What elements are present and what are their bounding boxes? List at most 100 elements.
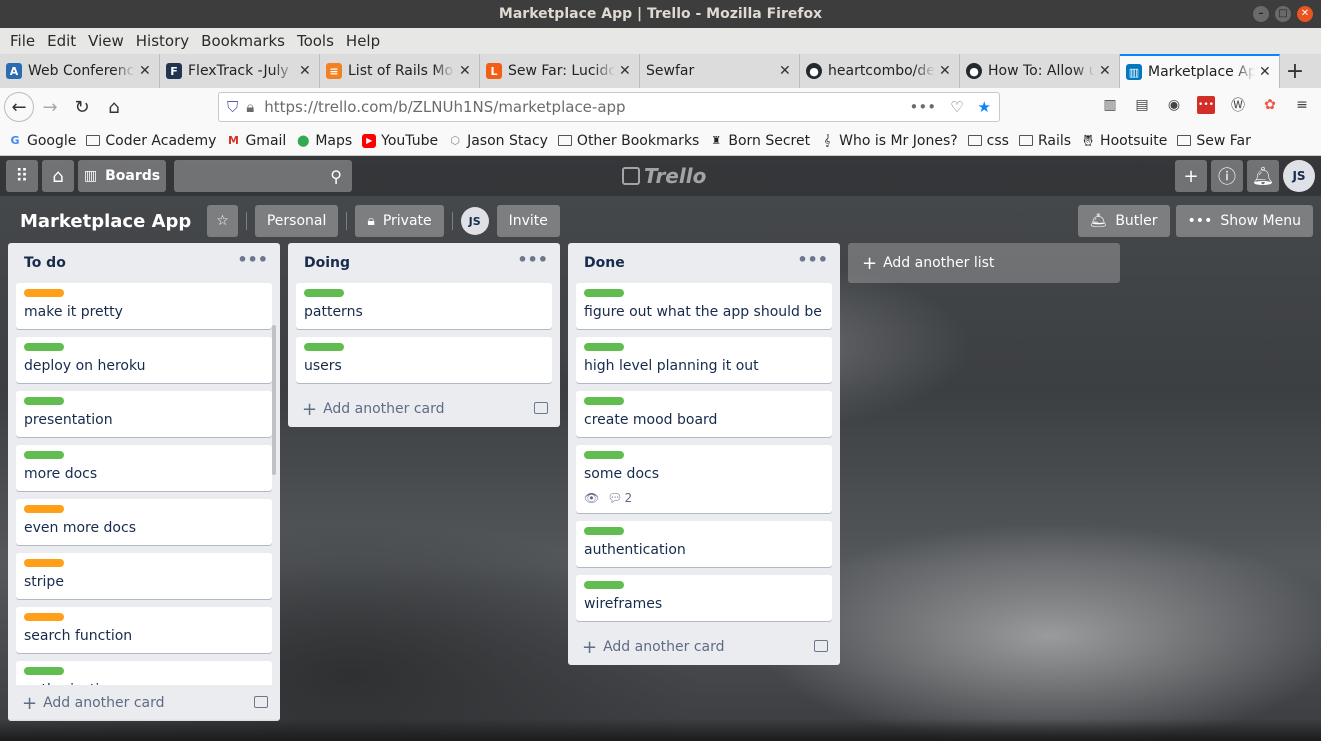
menu-tools[interactable]: Tools: [291, 32, 340, 50]
card[interactable]: create mood board: [576, 391, 832, 437]
card[interactable]: patterns: [296, 283, 552, 329]
card[interactable]: presentation: [16, 391, 272, 437]
bookmark-site[interactable]: 𝄞 Who is Mr Jones?: [820, 133, 958, 149]
card[interactable]: high level planning it out: [576, 337, 832, 383]
close-tab-icon[interactable]: ✕: [779, 63, 793, 79]
bookmark-folder[interactable]: Sew Far: [1177, 133, 1251, 149]
list-header[interactable]: Done •••: [568, 243, 840, 283]
card[interactable]: even more docs: [16, 499, 272, 545]
bookmark-star-icon[interactable]: ★: [978, 98, 991, 116]
menu-edit[interactable]: Edit: [41, 32, 82, 50]
bookmark-google[interactable]: G Google: [8, 133, 76, 149]
list-menu-icon[interactable]: •••: [237, 252, 268, 268]
home-icon[interactable]: ⌂: [42, 160, 74, 192]
bookmark-youtube[interactable]: ▶ YouTube: [362, 133, 438, 149]
butler-button[interactable]: 🛎︎ Butler: [1077, 205, 1170, 237]
bookmark-maps[interactable]: ⬤ Maps: [296, 133, 352, 149]
create-plus-icon[interactable]: +: [1175, 160, 1207, 192]
menu-bookmarks[interactable]: Bookmarks: [195, 32, 291, 50]
list-header[interactable]: To do •••: [8, 243, 280, 283]
card[interactable]: some docs 👁︎ 💬︎ 2: [576, 445, 832, 513]
card-template-icon[interactable]: [254, 696, 268, 708]
bookmark-hootsuite[interactable]: 🦉︎ Hootsuite: [1081, 133, 1167, 149]
account-icon[interactable]: ◉: [1165, 96, 1183, 114]
browser-tab[interactable]: A Web Conference ✕: [0, 54, 160, 88]
card[interactable]: wireframes: [576, 575, 832, 621]
search-icon[interactable]: ⚲: [330, 167, 342, 186]
browser-tab[interactable]: ● How To: Allow u ✕: [960, 54, 1120, 88]
browser-tab-active[interactable]: ▥ Marketplace Ap ✕: [1120, 54, 1280, 88]
menu-view[interactable]: View: [82, 32, 130, 50]
close-tab-icon[interactable]: ✕: [299, 63, 313, 79]
extension-lastpass-icon[interactable]: •••: [1197, 96, 1215, 114]
library-icon[interactable]: ▥: [1101, 96, 1119, 114]
info-icon[interactable]: ⓘ: [1211, 160, 1243, 192]
bookmark-folder[interactable]: Coder Academy: [86, 133, 216, 149]
menu-history[interactable]: History: [130, 32, 195, 50]
extension-colorzilla-icon[interactable]: ✿: [1261, 96, 1279, 114]
card[interactable]: stripe: [16, 553, 272, 599]
url-text[interactable]: https://trello.com/b/ZLNUh1NS/marketplac…: [264, 98, 625, 116]
browser-tab[interactable]: ● heartcombo/de ✕: [800, 54, 960, 88]
card[interactable]: authorisation: [16, 661, 272, 685]
bookmark-folder[interactable]: Other Bookmarks: [557, 133, 699, 149]
list-menu-icon[interactable]: •••: [517, 252, 548, 268]
team-visibility-button[interactable]: Personal: [254, 205, 339, 237]
card[interactable]: deploy on heroku: [16, 337, 272, 383]
bookmark-folder[interactable]: Rails: [1018, 133, 1071, 149]
member-avatar[interactable]: JS: [460, 207, 489, 235]
list-cards-scroll[interactable]: make it pretty deploy on heroku presenta…: [8, 283, 280, 685]
page-actions-icon[interactable]: •••: [910, 98, 937, 116]
card[interactable]: users: [296, 337, 552, 383]
browser-tab[interactable]: ≡ List of Rails Mo ✕: [320, 54, 480, 88]
close-window-icon[interactable]: ✕: [1297, 6, 1313, 22]
notifications-bell-icon[interactable]: 🔔︎: [1247, 160, 1279, 192]
close-tab-icon[interactable]: ✕: [1259, 64, 1273, 80]
apps-grid-icon[interactable]: ⠿: [6, 160, 38, 192]
close-tab-icon[interactable]: ✕: [1099, 63, 1113, 79]
home-icon[interactable]: ⌂: [98, 91, 130, 123]
boards-button[interactable]: ▥ Boards: [78, 160, 166, 192]
close-tab-icon[interactable]: ✕: [139, 63, 153, 79]
maximize-icon[interactable]: □: [1275, 6, 1291, 22]
add-card-button[interactable]: + Add another card: [288, 391, 560, 427]
menu-file[interactable]: File: [4, 32, 41, 50]
search-input[interactable]: ⚲: [174, 160, 352, 192]
star-board-button[interactable]: ☆: [207, 205, 238, 237]
trello-logo[interactable]: Trello: [622, 164, 706, 188]
extension-wappalyzer-icon[interactable]: Ⓦ: [1229, 96, 1247, 114]
back-icon[interactable]: ←: [4, 92, 34, 122]
list-header[interactable]: Doing •••: [288, 243, 560, 283]
card[interactable]: more docs: [16, 445, 272, 491]
close-tab-icon[interactable]: ✕: [619, 63, 633, 79]
add-list-button[interactable]: + Add another list: [848, 243, 1120, 283]
card-template-icon[interactable]: [814, 640, 828, 652]
card[interactable]: make it pretty: [16, 283, 272, 329]
url-bar[interactable]: ⛉ 🔒︎ https://trello.com/b/ZLNUh1NS/marke…: [218, 92, 1000, 122]
card[interactable]: authentication: [576, 521, 832, 567]
shield-icon[interactable]: ⛉: [227, 98, 238, 116]
bookmark-site[interactable]: ♜ Born Secret: [709, 133, 810, 149]
close-tab-icon[interactable]: ✕: [459, 63, 473, 79]
user-avatar[interactable]: JS: [1283, 160, 1315, 192]
browser-tab[interactable]: F FlexTrack -July ✕: [160, 54, 320, 88]
board-title[interactable]: Marketplace App: [12, 211, 199, 232]
card-template-icon[interactable]: [534, 402, 548, 414]
menu-help[interactable]: Help: [340, 32, 386, 50]
list-menu-icon[interactable]: •••: [797, 252, 828, 268]
close-tab-icon[interactable]: ✕: [939, 63, 953, 79]
invite-button[interactable]: Invite: [496, 205, 560, 237]
pocket-icon[interactable]: ♡: [950, 98, 963, 116]
card[interactable]: search function: [16, 607, 272, 653]
browser-tab[interactable]: L Sew Far: Lucidc ✕: [480, 54, 640, 88]
browser-tab[interactable]: Sewfar ✕: [640, 54, 800, 88]
hamburger-menu-icon[interactable]: ≡: [1293, 96, 1311, 114]
bookmark-site[interactable]: ⬡ Jason Stacy: [448, 133, 548, 149]
reload-icon[interactable]: ↻: [66, 91, 98, 123]
add-card-button[interactable]: + Add another card: [568, 629, 840, 665]
show-menu-button[interactable]: ••• Show Menu: [1175, 205, 1313, 237]
bookmark-gmail[interactable]: M Gmail: [226, 133, 286, 149]
bookmark-folder[interactable]: css: [967, 133, 1009, 149]
lock-icon[interactable]: 🔒︎: [246, 98, 254, 116]
privacy-button[interactable]: 🔒︎ Private: [355, 205, 444, 237]
